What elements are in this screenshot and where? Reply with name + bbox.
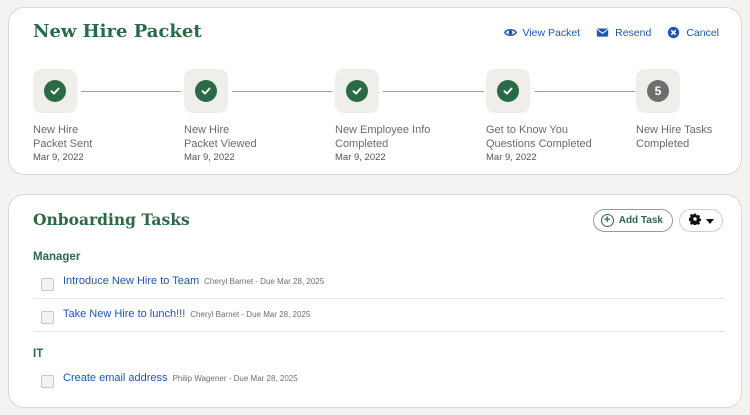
step-number-badge: 5: [647, 80, 669, 102]
step-label: New Hire Packet Viewed: [184, 124, 257, 150]
task-row: Introduce New Hire to Team Cheryl Barnet…: [33, 267, 725, 299]
envelope-icon: [596, 26, 609, 39]
step-label: New Hire Tasks Completed: [636, 124, 713, 150]
cancel-label: Cancel: [686, 26, 719, 39]
check-icon: [346, 80, 368, 102]
tasks-title: Onboarding Tasks: [33, 210, 190, 229]
plus-circle-icon: +: [600, 214, 614, 227]
step-label: New Employee Info Completed: [335, 124, 431, 150]
step-indicator: [184, 69, 228, 113]
add-task-button[interactable]: + Add Task: [592, 209, 673, 232]
task-checkbox[interactable]: [41, 375, 54, 388]
task-meta: Philip Wagener - Due Mar 28, 2025: [172, 374, 298, 383]
task-meta: Cheryl Barnet - Due Mar 28, 2025: [204, 276, 325, 286]
task-title-link[interactable]: Introduce New Hire to Team: [63, 275, 199, 287]
close-circle-icon: [667, 26, 680, 39]
step-indicator: [335, 69, 379, 113]
step-packet-sent: New Hire Packet Sent Mar 9, 2022: [33, 69, 153, 163]
step-new-hire-tasks: 5 New Hire Tasks Completed: [636, 69, 733, 152]
tasks-toolbar: + Add Task: [592, 209, 723, 232]
check-icon: [44, 80, 66, 102]
view-packet-label: View Packet: [522, 26, 581, 39]
task-checkbox[interactable]: [41, 277, 54, 291]
step-label: New Hire Packet Sent: [33, 124, 93, 150]
task-group-manager: Manager: [33, 251, 81, 263]
add-task-label: Add Task: [618, 215, 663, 226]
task-group-it: IT: [33, 348, 44, 360]
step-date: Mar 9, 2022: [184, 152, 235, 163]
check-icon: [195, 80, 217, 102]
task-checkbox[interactable]: [41, 310, 54, 324]
step-packet-viewed: New Hire Packet Viewed Mar 9, 2022: [184, 69, 304, 163]
cancel-button[interactable]: Cancel: [667, 26, 719, 39]
task-title-link[interactable]: Create email address: [63, 372, 168, 384]
view-packet-button[interactable]: View Packet: [503, 26, 581, 39]
task-title-link[interactable]: Take New Hire to lunch!!!: [63, 308, 185, 320]
step-employee-info: New Employee Info Completed Mar 9, 2022: [335, 69, 465, 163]
task-meta: Cheryl Barnet - Due Mar 28, 2025: [190, 309, 311, 319]
step-indicator: 5: [636, 69, 680, 113]
task-row: Create email address Philip Wagener - Du…: [33, 364, 725, 396]
packet-progress-stepper: New Hire Packet Sent Mar 9, 2022 New Hir…: [33, 69, 733, 169]
step-label: Get to Know You Questions Completed: [486, 124, 592, 150]
step-get-to-know-you: Get to Know You Questions Completed Mar …: [486, 69, 616, 163]
step-date: Mar 9, 2022: [335, 152, 386, 163]
settings-dropdown-button[interactable]: [679, 209, 723, 232]
chevron-down-icon: [705, 212, 714, 230]
step-indicator: [33, 69, 77, 113]
step-date: Mar 9, 2022: [33, 152, 84, 163]
check-icon: [497, 80, 519, 102]
packet-actions: View Packet Resend Cancel: [503, 26, 719, 39]
resend-label: Resend: [615, 26, 652, 39]
onboarding-tasks-card: Onboarding Tasks + Add Task Manager Intr…: [8, 194, 742, 408]
new-hire-packet-card: New Hire Packet View Packet Resend Cance…: [8, 7, 742, 175]
gear-icon: [688, 212, 701, 230]
step-indicator: [486, 69, 530, 113]
step-date: Mar 9, 2022: [486, 152, 537, 163]
resend-button[interactable]: Resend: [596, 26, 651, 39]
task-row: Take New Hire to lunch!!! Cheryl Barnet …: [33, 300, 725, 332]
packet-title: New Hire Packet: [33, 21, 202, 42]
eye-icon: [503, 26, 517, 39]
